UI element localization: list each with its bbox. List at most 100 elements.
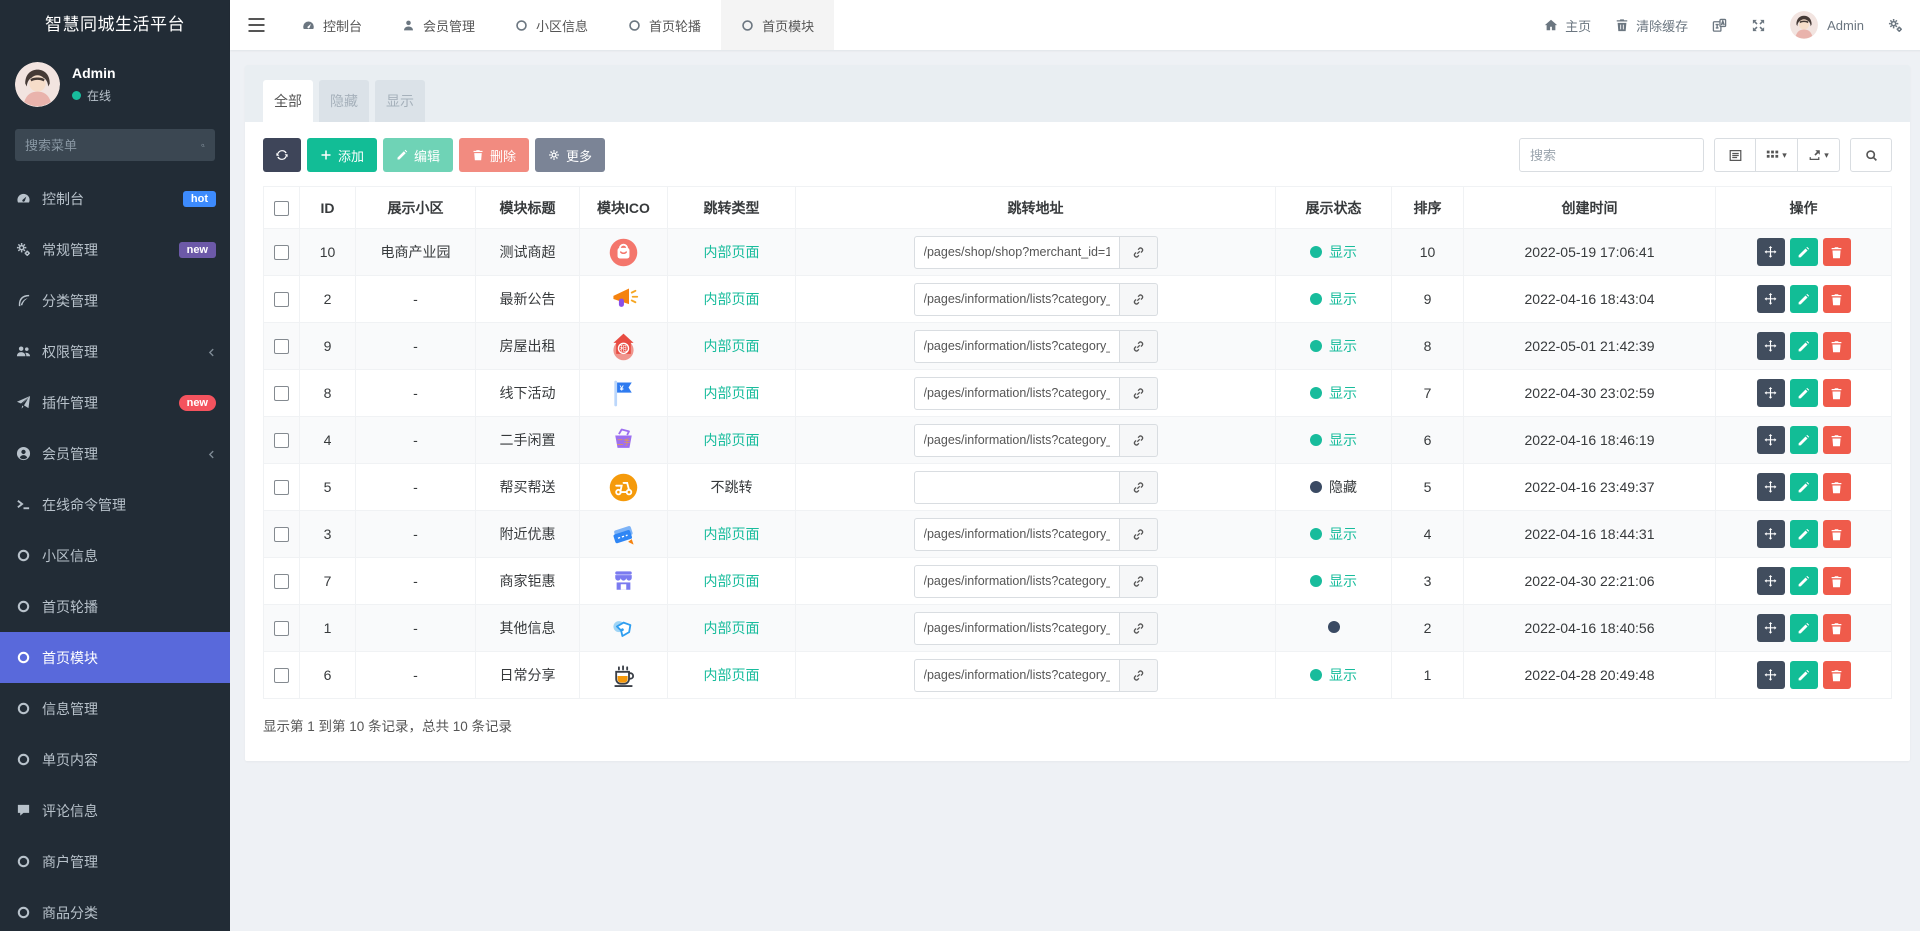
row-checkbox[interactable]	[274, 480, 289, 496]
fullscreen-icon[interactable]	[1751, 18, 1766, 33]
row-delete-button[interactable]	[1822, 661, 1851, 689]
sidebar-item-general[interactable]: 常规管理 new	[0, 224, 230, 275]
jump-url-input[interactable]	[913, 282, 1120, 316]
drag-move-button[interactable]	[1756, 238, 1785, 266]
link-button[interactable]	[1119, 423, 1158, 457]
status-badge[interactable]: 显示	[1310, 383, 1357, 403]
row-delete-button[interactable]	[1822, 285, 1851, 313]
row-edit-button[interactable]	[1789, 567, 1818, 595]
drag-move-button[interactable]	[1756, 332, 1785, 360]
add-button[interactable]: 添加	[307, 138, 378, 172]
sidebar-item-home-carousel[interactable]: 首页轮播	[0, 581, 230, 632]
drag-move-button[interactable]	[1756, 426, 1785, 454]
sidebar-item-single-page[interactable]: 单页内容	[0, 734, 230, 785]
edit-button[interactable]: 编辑	[383, 138, 454, 172]
row-delete-button[interactable]	[1822, 426, 1851, 454]
jump-url-input[interactable]	[913, 658, 1120, 692]
refresh-button[interactable]	[263, 138, 301, 172]
filter-tab-shown[interactable]: 显示	[375, 80, 425, 122]
tab-home-carousel[interactable]: 首页轮播	[608, 0, 721, 50]
link-button[interactable]	[1119, 376, 1158, 410]
link-button[interactable]	[1119, 329, 1158, 363]
sidebar-item-info-management[interactable]: 信息管理	[0, 683, 230, 734]
row-edit-button[interactable]	[1789, 473, 1818, 501]
sidebar-item-home-modules[interactable]: 首页模块	[0, 632, 230, 683]
sidebar-item-comments[interactable]: 评论信息	[0, 785, 230, 836]
sidebar-item-dashboard[interactable]: 控制台 hot	[0, 173, 230, 224]
row-checkbox[interactable]	[274, 574, 289, 590]
row-checkbox[interactable]	[274, 245, 289, 261]
sidebar-item-online-commands[interactable]: 在线命令管理	[0, 479, 230, 530]
drag-move-button[interactable]	[1756, 379, 1785, 407]
link-button[interactable]	[1119, 658, 1158, 692]
row-edit-button[interactable]	[1789, 238, 1818, 266]
sidebar-item-community-info[interactable]: 小区信息	[0, 530, 230, 581]
columns-button[interactable]: ▾	[1756, 138, 1798, 172]
jump-url-input[interactable]	[913, 329, 1120, 363]
row-delete-button[interactable]	[1822, 567, 1851, 595]
jump-url-input[interactable]	[913, 470, 1120, 504]
sidebar-item-merchants[interactable]: 商户管理	[0, 836, 230, 887]
status-badge[interactable]: 显示	[1310, 289, 1357, 309]
search-button[interactable]	[1850, 138, 1892, 172]
sidebar-item-plugins[interactable]: 插件管理 new	[0, 377, 230, 428]
drag-move-button[interactable]	[1756, 520, 1785, 548]
link-button[interactable]	[1119, 470, 1158, 504]
link-button[interactable]	[1119, 564, 1158, 598]
clear-cache-link[interactable]: 清除缓存	[1615, 16, 1688, 35]
detail-view-button[interactable]	[1714, 138, 1756, 172]
jump-url-input[interactable]	[913, 423, 1120, 457]
row-checkbox[interactable]	[274, 668, 289, 684]
row-delete-button[interactable]	[1822, 379, 1851, 407]
tab-home-modules[interactable]: 首页模块	[721, 0, 835, 50]
status-badge[interactable]: 显示	[1310, 571, 1357, 591]
link-button[interactable]	[1119, 235, 1158, 269]
row-edit-button[interactable]	[1789, 285, 1818, 313]
sidebar-item-category[interactable]: 分类管理	[0, 275, 230, 326]
filter-tab-hidden[interactable]: 隐藏	[319, 80, 369, 122]
export-button[interactable]: ▾	[1798, 138, 1840, 172]
filter-tab-all[interactable]: 全部	[263, 80, 313, 122]
jump-url-input[interactable]	[913, 564, 1120, 598]
row-edit-button[interactable]	[1789, 426, 1818, 454]
drag-move-button[interactable]	[1756, 285, 1785, 313]
status-badge[interactable]: 显示	[1310, 430, 1357, 450]
drag-move-button[interactable]	[1756, 614, 1785, 642]
drag-move-button[interactable]	[1756, 567, 1785, 595]
drag-move-button[interactable]	[1756, 473, 1785, 501]
status-badge[interactable]	[1327, 621, 1340, 633]
jump-url-input[interactable]	[913, 235, 1120, 269]
status-badge[interactable]: 显示	[1310, 524, 1357, 544]
row-checkbox[interactable]	[274, 433, 289, 449]
sidebar-item-members[interactable]: 会员管理	[0, 428, 230, 479]
status-badge[interactable]: 显示	[1310, 336, 1357, 356]
link-button[interactable]	[1119, 611, 1158, 645]
tab-members[interactable]: 会员管理	[382, 0, 495, 50]
row-edit-button[interactable]	[1789, 661, 1818, 689]
select-all-checkbox[interactable]	[274, 200, 289, 216]
sidebar-search-input[interactable]	[25, 137, 201, 153]
status-badge[interactable]: 显示	[1310, 242, 1357, 262]
link-button[interactable]	[1119, 517, 1158, 551]
row-delete-button[interactable]	[1822, 473, 1851, 501]
status-badge[interactable]: 显示	[1310, 665, 1357, 685]
status-badge[interactable]: 隐藏	[1310, 477, 1357, 497]
settings-gears-icon[interactable]	[1888, 18, 1903, 33]
user-menu[interactable]: Admin	[1790, 11, 1864, 39]
link-button[interactable]	[1119, 282, 1158, 316]
home-link[interactable]: 主页	[1544, 16, 1591, 35]
row-checkbox[interactable]	[274, 339, 289, 355]
jump-url-input[interactable]	[913, 517, 1120, 551]
more-button[interactable]: 更多	[535, 138, 606, 172]
row-checkbox[interactable]	[274, 527, 289, 543]
tab-dashboard[interactable]: 控制台	[282, 0, 382, 50]
sidebar-item-product-categories[interactable]: 商品分类	[0, 887, 230, 931]
row-edit-button[interactable]	[1789, 614, 1818, 642]
row-edit-button[interactable]	[1789, 520, 1818, 548]
jump-url-input[interactable]	[913, 376, 1120, 410]
row-delete-button[interactable]	[1822, 520, 1851, 548]
row-checkbox[interactable]	[274, 386, 289, 402]
tab-community-info[interactable]: 小区信息	[495, 0, 608, 50]
translate-icon[interactable]	[1712, 18, 1727, 33]
jump-url-input[interactable]	[913, 611, 1120, 645]
